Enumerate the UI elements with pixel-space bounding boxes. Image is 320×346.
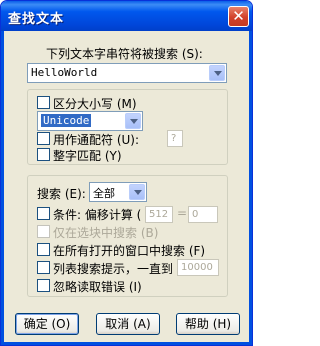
search-text-label: 下列文本字串符将被搜索 (S):: [46, 47, 203, 61]
all-windows-label: 在所有打开的窗口中搜索 (F): [53, 244, 206, 258]
search-direction-label: 搜索 (E):: [37, 187, 86, 201]
search-direction-select[interactable]: 全部: [89, 182, 147, 202]
title-bar[interactable]: 查找文本 ✕: [1, 1, 252, 31]
offset-input-b[interactable]: 0: [188, 206, 218, 223]
selection-only-checkbox[interactable]: [37, 225, 50, 238]
ignore-errors-label: 忽略读取错误 (I): [53, 280, 142, 294]
case-sensitive-checkbox[interactable]: [37, 96, 50, 109]
search-text-value: HelloWorld: [31, 66, 98, 79]
window-title: 查找文本: [8, 12, 65, 27]
help-button[interactable]: 帮助 (H): [176, 313, 240, 335]
list-hits-checkbox[interactable]: [37, 261, 50, 274]
chevron-down-icon[interactable]: [125, 113, 141, 129]
offset-input-a[interactable]: 512: [145, 206, 173, 223]
condition-checkbox[interactable]: [37, 207, 50, 220]
cancel-button[interactable]: 取消 (A): [96, 313, 160, 335]
encoding-select[interactable]: Unicode: [37, 111, 143, 131]
search-text-combo[interactable]: HelloWorld: [27, 63, 227, 83]
ignore-errors-checkbox[interactable]: [37, 279, 50, 292]
condition-label: 条件: 偏移计算 (: [53, 208, 142, 222]
equals-sign: =: [177, 206, 188, 220]
wildcard-label: 用作通配符 (U):: [53, 133, 140, 147]
chevron-down-icon[interactable]: [129, 184, 145, 200]
window-frame-right: [249, 31, 252, 345]
close-icon[interactable]: ✕: [228, 6, 249, 27]
all-windows-checkbox[interactable]: [37, 243, 50, 256]
whole-word-label: 整字匹配 (Y): [53, 149, 122, 163]
encoding-value: Unicode: [41, 114, 92, 127]
find-text-dialog: 查找文本 ✕ 下列文本字串符将被搜索 (S): HelloWorld 区分大小写…: [0, 0, 253, 346]
list-limit-input[interactable]: 10000: [177, 259, 219, 276]
selection-only-label: 仅在选块中搜索 (B): [53, 226, 159, 240]
case-sensitive-label: 区分大小写 (M): [53, 97, 137, 111]
wildcard-input[interactable]: ?: [167, 130, 183, 147]
whole-word-checkbox[interactable]: [37, 148, 50, 161]
search-direction-value: 全部: [93, 187, 115, 200]
wildcard-checkbox[interactable]: [37, 132, 50, 145]
list-hits-label: 列表搜索提示，一直到: [53, 262, 174, 276]
window-frame-left: [1, 31, 4, 345]
window-frame-bottom: [1, 342, 252, 345]
chevron-down-icon[interactable]: [209, 65, 225, 81]
ok-button[interactable]: 确定 (O): [15, 313, 79, 335]
